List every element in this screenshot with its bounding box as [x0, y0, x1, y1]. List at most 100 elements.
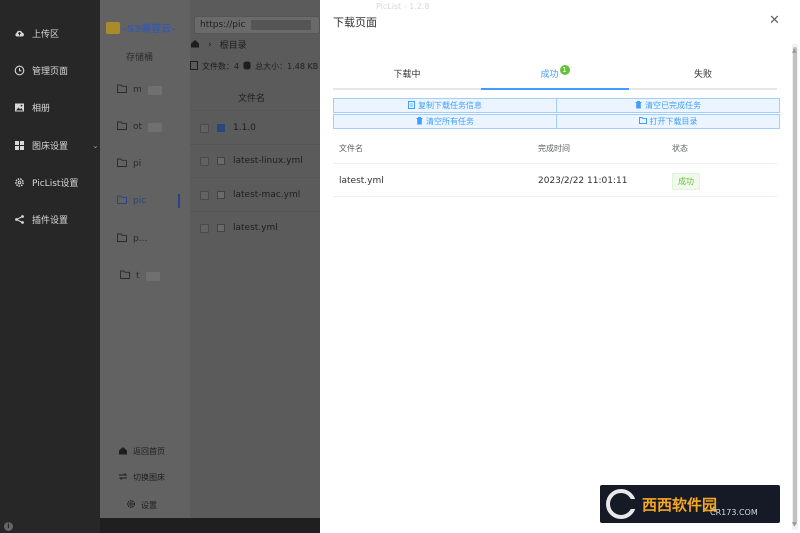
back-home-link[interactable]: 返回首页	[118, 446, 165, 457]
sidebar-item-picbed-settings[interactable]: 图床设置 ⌄	[14, 139, 99, 152]
tab-failed[interactable]: 失败	[629, 64, 777, 88]
bucket-label: ot	[133, 122, 143, 132]
tab-success[interactable]: 成功 1	[481, 64, 629, 90]
url-field[interactable]: https://pic	[194, 16, 320, 34]
file-row[interactable]: latest-linux.yml	[200, 156, 303, 166]
sidebar-item-upload[interactable]: 上传区	[14, 27, 59, 40]
divider	[190, 110, 320, 111]
sidebar-item-plugin-settings[interactable]: 插件设置	[14, 213, 68, 226]
row-checkbox[interactable]	[200, 156, 209, 166]
sidebar-item-label: 图床设置	[32, 142, 69, 152]
success-count-badge: 1	[559, 65, 570, 75]
folder-icon	[638, 117, 647, 126]
bucket-item[interactable]: pi	[117, 158, 141, 170]
row-checkbox[interactable]	[200, 190, 209, 200]
back-home-label: 返回首页	[133, 447, 165, 456]
window-title: PicList - 1.2.8	[376, 2, 430, 11]
file-icon	[217, 191, 225, 199]
total-size: 总大小：1.48 KB	[255, 62, 319, 71]
bucket-item[interactable]: m	[117, 84, 162, 96]
document-icon	[190, 61, 198, 72]
watermark-subtext: CR173.COM	[710, 508, 758, 517]
breadcrumb-root[interactable]: 根目录	[220, 38, 247, 51]
provider-name: -S3兼容云-	[123, 24, 176, 35]
site-watermark: 西西软件园 CR173.COM	[600, 485, 780, 523]
folder-open-icon	[117, 195, 127, 207]
file-row[interactable]: 1.1.0	[200, 123, 256, 133]
redacted-mask	[145, 271, 160, 281]
grid-icon	[14, 140, 25, 151]
bucket-item[interactable]: p...	[117, 233, 147, 245]
sidebar-item-manage[interactable]: 管理页面	[14, 64, 68, 77]
share-icon	[14, 214, 25, 225]
scrollbar-thumb[interactable]	[793, 47, 797, 525]
download-drawer: PicList - 1.2.8 下载页面 ✕ 下载中 成功 1 失败 复制下载任务…	[320, 0, 800, 533]
folder-icon	[117, 84, 127, 96]
scroll-up-icon[interactable]: ▲	[792, 47, 797, 54]
download-tabs: 下载中 成功 1 失败	[333, 64, 777, 90]
document-icon	[408, 100, 415, 111]
gear-icon	[14, 177, 25, 188]
cloud-upload-icon	[14, 28, 25, 39]
divider	[190, 211, 320, 212]
clear-all-button[interactable]: 清空所有任务	[333, 114, 557, 129]
redacted-mask	[147, 85, 162, 95]
row-checkbox[interactable]	[200, 123, 209, 133]
bucket-label: t	[136, 271, 140, 281]
sidebar-item-label: 上传区	[32, 30, 60, 40]
trash-icon	[635, 100, 642, 111]
switch-picbed-link[interactable]: 切换图床	[118, 472, 165, 483]
file-name: latest-linux.yml	[233, 156, 303, 166]
sidebar-item-piclist-settings[interactable]: PicList设置	[14, 176, 78, 189]
switch-icon	[118, 472, 128, 483]
row-checkbox[interactable]	[200, 223, 209, 233]
trash-icon	[416, 116, 423, 127]
open-download-dir-button[interactable]: 打开下载目录	[556, 114, 780, 129]
button-label: 复制下载任务信息	[418, 101, 482, 110]
button-label: 清空已完成任务	[645, 101, 701, 110]
bucket-list: -S3兼容云- 存储桶 m ot pi pic p... t 返回首页 切换图床…	[100, 0, 190, 518]
manager-panel: -S3兼容云- 存储桶 m ot pi pic p... t 返回首页 切换图床…	[100, 0, 320, 518]
file-stats: 文件数：4 总大小：1.48 KB	[190, 61, 318, 72]
url-value: https://pic	[200, 20, 246, 30]
file-row[interactable]: latest-mac.yml	[200, 190, 300, 200]
sidebar-item-label: 插件设置	[32, 216, 69, 226]
file-browser: https://pic › 根目录 文件数：4 总大小：1.48 KB 文件名 …	[190, 0, 320, 518]
clear-completed-button[interactable]: 清空已完成任务	[556, 98, 780, 113]
switch-picbed-label: 切换图床	[133, 473, 165, 482]
bucket-item[interactable]: ot	[117, 121, 163, 133]
button-label: 打开下载目录	[649, 117, 698, 126]
bucket-label: pic	[133, 196, 147, 206]
file-row[interactable]: latest.yml	[200, 223, 278, 233]
home-icon[interactable]	[190, 39, 200, 51]
status-badge: 成功	[672, 173, 700, 190]
redacted-mask	[251, 20, 312, 30]
file-name: latest.yml	[233, 223, 278, 233]
bucket-label: m	[133, 85, 142, 95]
bucket-item-active[interactable]: pic	[117, 195, 146, 207]
file-name-header: 文件名	[238, 94, 266, 104]
scroll-down-icon[interactable]: ▼	[792, 521, 797, 528]
bucket-label: p...	[133, 234, 148, 244]
settings-label: 设置	[141, 500, 157, 510]
close-icon[interactable]: ✕	[769, 13, 780, 28]
tab-downloading[interactable]: 下载中	[333, 64, 481, 88]
watermark-logo-icon	[606, 489, 638, 519]
file-name: latest-mac.yml	[233, 190, 301, 200]
clock-icon	[14, 65, 25, 76]
settings-link[interactable]: 设置	[126, 499, 157, 511]
sidebar-item-album[interactable]: 相册	[14, 101, 50, 114]
watermark-text: 西西软件园	[642, 495, 718, 514]
folder-icon	[117, 121, 127, 133]
chevron-right-icon: ›	[208, 39, 212, 50]
breadcrumb: › 根目录	[190, 38, 247, 51]
bucket-item[interactable]: t	[120, 270, 160, 282]
provider-logo-icon	[106, 21, 120, 34]
home-icon	[118, 446, 128, 457]
divider	[333, 196, 777, 197]
divider	[190, 144, 320, 145]
folder-icon	[120, 270, 130, 282]
info-icon[interactable]: i	[4, 522, 13, 531]
bucket-title: 存储桶	[126, 53, 154, 63]
copy-task-info-button[interactable]: 复制下载任务信息	[333, 98, 557, 113]
